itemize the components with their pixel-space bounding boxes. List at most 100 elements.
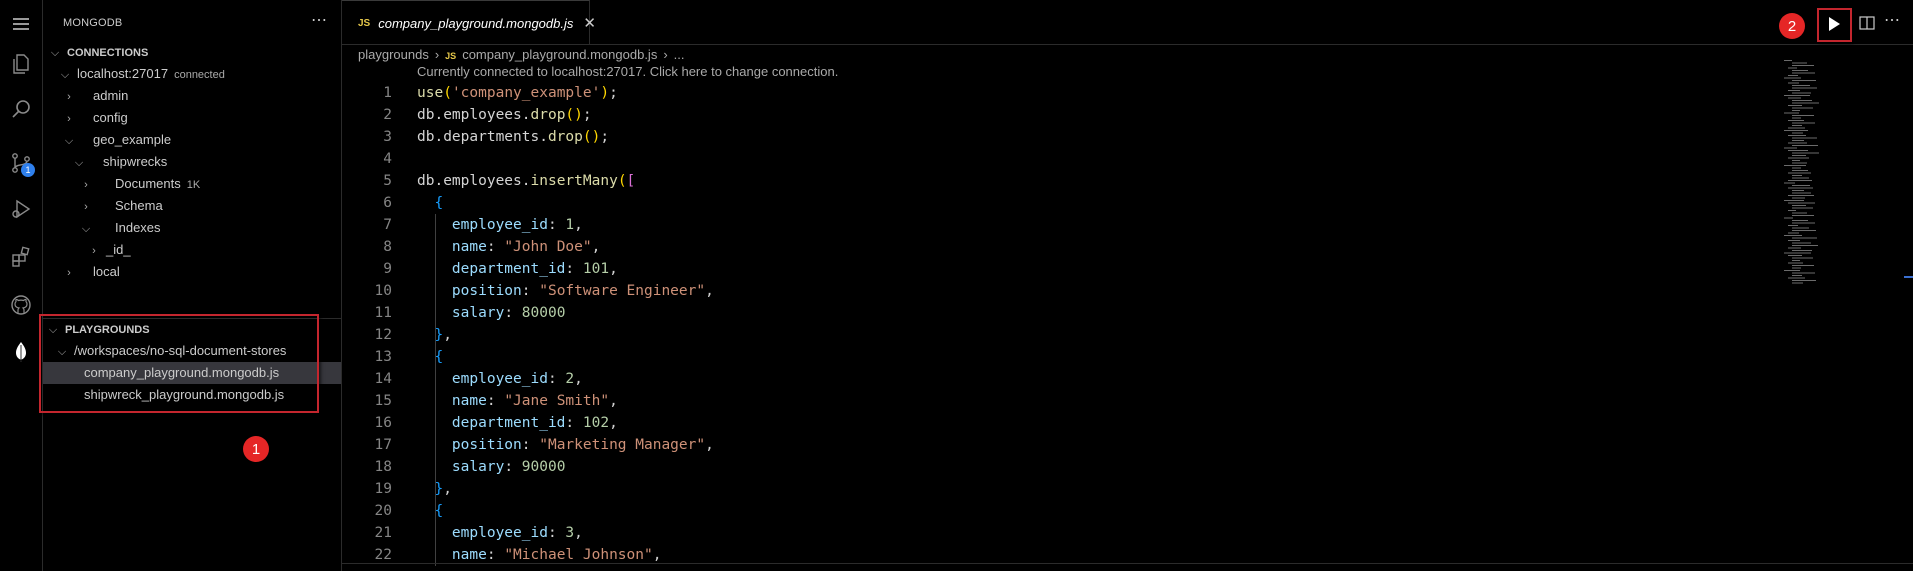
line-number: 8 bbox=[383, 239, 392, 255]
run-playground-button[interactable] bbox=[1820, 11, 1848, 37]
code-text: employee_id: 2, bbox=[451, 371, 583, 387]
code-text: name: "Jane Smith", bbox=[451, 393, 618, 409]
github-icon[interactable] bbox=[5, 289, 37, 321]
tree-label: Documents bbox=[115, 176, 181, 191]
tree-item-schema[interactable]: › Schema bbox=[80, 195, 163, 217]
tree-item-geo-example[interactable]: ⌵ geo_example bbox=[63, 129, 171, 151]
tree-item-id-index[interactable]: › _id_ bbox=[88, 239, 131, 261]
code-text: db.employees.drop(); bbox=[417, 107, 592, 123]
split-editor-icon[interactable] bbox=[1858, 14, 1876, 32]
tree-label: shipwrecks bbox=[103, 154, 168, 169]
line-number: 11 bbox=[374, 305, 392, 321]
more-actions-icon[interactable]: ⋯ bbox=[1884, 10, 1900, 30]
code-text: department_id: 102, bbox=[451, 415, 618, 431]
chevron-right-icon: › bbox=[84, 201, 88, 213]
line-number: 10 bbox=[374, 283, 392, 299]
line-number: 19 bbox=[374, 481, 392, 497]
tree-label: config bbox=[93, 110, 128, 125]
menu-icon[interactable] bbox=[5, 8, 37, 40]
connection-codelens[interactable]: Currently connected to localhost:27017. … bbox=[417, 64, 838, 79]
tree-label: _id_ bbox=[106, 242, 131, 257]
code-text: salary: 90000 bbox=[451, 459, 566, 475]
tree-item-documents[interactable]: › Documents 1K bbox=[80, 173, 200, 195]
tab-bar: JS company_playground.mongodb.js ✕ 2 ⋯ bbox=[342, 0, 1913, 45]
line-number: 21 bbox=[374, 525, 392, 541]
chevron-right-icon: › bbox=[92, 245, 96, 257]
close-icon[interactable]: ✕ bbox=[583, 14, 596, 32]
chevron-down-icon: ⌵ bbox=[60, 69, 70, 81]
tab-company-playground[interactable]: JS company_playground.mongodb.js ✕ bbox=[342, 0, 596, 45]
breadcrumb-item[interactable]: company_playground.mongodb.js bbox=[462, 47, 657, 62]
breadcrumb-item[interactable]: ... bbox=[674, 47, 685, 62]
extensions-icon[interactable] bbox=[5, 241, 37, 273]
run-debug-icon[interactable] bbox=[5, 193, 37, 225]
code-text: use('company_example'); bbox=[417, 85, 618, 101]
js-file-icon: JS bbox=[445, 51, 457, 61]
tree-label: local bbox=[93, 264, 120, 279]
chevron-right-icon: › bbox=[663, 47, 668, 62]
connections-section[interactable]: ⌵ CONNECTIONS bbox=[49, 41, 148, 63]
line-number: 5 bbox=[383, 173, 392, 189]
code-text: salary: 80000 bbox=[451, 305, 566, 321]
tree-label: Schema bbox=[115, 198, 163, 213]
tab-title: company_playground.mongodb.js bbox=[378, 15, 574, 31]
chevron-right-icon: › bbox=[434, 47, 440, 62]
line-number: 2 bbox=[383, 107, 392, 123]
scm-badge: 1 bbox=[21, 163, 35, 177]
connection-item[interactable]: ⌵ localhost:27017 connected bbox=[59, 63, 225, 85]
minimap[interactable] bbox=[1782, 60, 1857, 290]
line-number: 1 bbox=[383, 85, 392, 101]
tree-item-config[interactable]: › config bbox=[63, 107, 128, 129]
code-text: name: "John Doe", bbox=[451, 239, 601, 255]
activity-bar: 1 bbox=[0, 0, 43, 571]
line-number: 18 bbox=[374, 459, 392, 475]
scroll-position-marker bbox=[1904, 276, 1913, 278]
code-text: db.departments.drop(); bbox=[417, 129, 610, 145]
tree-item-indexes[interactable]: ⌵ Indexes bbox=[80, 217, 161, 239]
tree-item-local[interactable]: › local bbox=[63, 261, 120, 283]
connections-header: CONNECTIONS bbox=[67, 47, 149, 59]
breadcrumb: playgrounds › JS company_playground.mongodb… bbox=[358, 44, 685, 66]
tree-item-shipwrecks[interactable]: ⌵ shipwrecks bbox=[73, 151, 167, 173]
chevron-right-icon: › bbox=[84, 179, 88, 191]
code-text: employee_id: 1, bbox=[451, 217, 583, 233]
tree-item-admin[interactable]: › admin bbox=[63, 85, 128, 107]
chevron-down-icon: ⌵ bbox=[64, 135, 74, 147]
breadcrumb-item[interactable]: playgrounds bbox=[358, 47, 429, 62]
connection-name: localhost:27017 bbox=[77, 66, 169, 81]
mongodb-leaf-icon[interactable] bbox=[5, 336, 37, 368]
code-text: { bbox=[434, 349, 444, 365]
chevron-right-icon: › bbox=[67, 91, 71, 103]
play-icon bbox=[1829, 17, 1840, 31]
line-number: 20 bbox=[374, 503, 392, 519]
code-text: { bbox=[434, 195, 444, 211]
editor-area: JS company_playground.mongodb.js ✕ 2 ⋯ p… bbox=[342, 0, 1913, 571]
more-actions-icon[interactable]: ⋯ bbox=[311, 10, 327, 30]
line-number: 4 bbox=[383, 151, 392, 167]
code-text: department_id: 101, bbox=[451, 261, 618, 277]
line-number: 16 bbox=[374, 415, 392, 431]
code-text: { bbox=[434, 503, 444, 519]
search-icon[interactable] bbox=[5, 93, 37, 125]
chevron-down-icon: ⌵ bbox=[50, 47, 60, 59]
step-marker-1: 1 bbox=[243, 436, 269, 462]
code-text: position: "Software Engineer", bbox=[451, 283, 714, 299]
line-number: 14 bbox=[374, 371, 392, 387]
line-number: 15 bbox=[374, 393, 392, 409]
source-control-icon[interactable]: 1 bbox=[5, 147, 37, 179]
chevron-down-icon: ⌵ bbox=[74, 157, 84, 169]
chevron-down-icon: ⌵ bbox=[81, 223, 91, 235]
mongodb-sidebar: MONGODB ⋯ ⌵ CONNECTIONS ⌵ localhost:27017 c… bbox=[39, 0, 342, 571]
explorer-icon[interactable] bbox=[5, 48, 37, 80]
code-text: position: "Marketing Manager", bbox=[451, 437, 714, 453]
tree-label: geo_example bbox=[93, 132, 172, 147]
code-text: db.employees.insertMany([ bbox=[417, 173, 636, 189]
line-number: 3 bbox=[383, 129, 392, 145]
code-text: employee_id: 3, bbox=[451, 525, 583, 541]
line-number: 7 bbox=[383, 217, 392, 233]
line-number: 9 bbox=[383, 261, 392, 277]
line-number: 12 bbox=[374, 327, 392, 343]
tree-label: admin bbox=[93, 88, 129, 103]
chevron-right-icon: › bbox=[67, 113, 71, 125]
line-number: 6 bbox=[383, 195, 392, 211]
